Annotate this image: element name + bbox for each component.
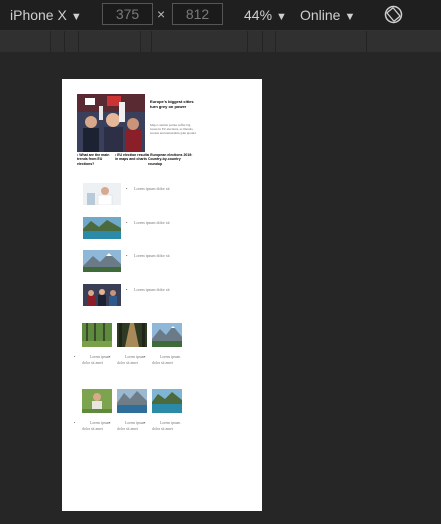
doctor-photo — [83, 183, 121, 205]
emulated-page: Europe's biggest cities turn grey on pow… — [62, 79, 262, 511]
grid-item-text: Lorem ipsum dolor sit amet — [109, 355, 147, 366]
network-throttle-select[interactable]: Online ▼ — [300, 0, 355, 30]
headline-link-1[interactable]: • What are the main trends from EU elect… — [77, 153, 111, 166]
forest-photo[interactable] — [82, 323, 112, 347]
grid-item-text: Lorem ipsum dolor sit amet — [109, 421, 147, 432]
network-select-label: Online — [300, 7, 341, 23]
device-select[interactable]: iPhone X ▼ — [10, 0, 82, 30]
chevron-down-icon: ▼ — [70, 11, 82, 23]
lake-photo[interactable] — [152, 389, 182, 413]
zoom-select-label: 44% — [244, 7, 273, 23]
grid-item-text: Lorem ipsum dolor sit amet — [144, 421, 182, 432]
width-input[interactable]: 375 — [102, 3, 153, 25]
device-toolbar: iPhone X ▼ 375 × 812 44% ▼ Online ▼ — [0, 0, 441, 31]
mountain-photo[interactable] — [152, 323, 182, 347]
zoom-select[interactable]: 44% ▼ — [244, 0, 287, 30]
device-select-label: iPhone X — [10, 7, 67, 23]
hero-image — [77, 94, 145, 152]
chevron-down-icon: ▼ — [344, 11, 356, 23]
list-item-text: Lorem ipsum dolor sit — [126, 186, 178, 192]
list-item[interactable]: Lorem ipsum dolor sit — [83, 183, 243, 207]
list-item[interactable]: Lorem ipsum dolor sit — [83, 217, 243, 241]
lake-photo — [83, 217, 121, 239]
media-query-bar[interactable] — [0, 31, 441, 52]
list-item-text: Lorem ipsum dolor sit — [126, 287, 178, 293]
chevron-down-icon: ▼ — [276, 11, 287, 23]
list-item-text: Lorem ipsum dolor sit — [126, 220, 178, 226]
grid-item-text: Lorem ipsum dolor sit amet — [74, 355, 112, 366]
list-item[interactable]: Lorem ipsum dolor sit — [83, 284, 243, 308]
hero-description: Major centrist parties suffer big losses… — [150, 123, 196, 135]
dimension-separator: × — [157, 6, 166, 22]
forest-path-photo[interactable] — [117, 323, 147, 347]
person-photo[interactable] — [82, 389, 112, 413]
mountain-lake-photo[interactable] — [117, 389, 147, 413]
headline-link-3[interactable]: • European elections 2019: Country-by-co… — [148, 153, 194, 166]
list-item[interactable]: Lorem ipsum dolor sit — [83, 250, 243, 274]
crowd-photo — [83, 284, 121, 306]
height-input[interactable]: 812 — [172, 3, 223, 25]
hero-headline[interactable]: Europe's biggest cities turn grey on pow… — [150, 99, 200, 109]
headline-link-2[interactable]: • EU election results in maps and charts — [115, 153, 149, 162]
mountain-photo — [83, 250, 121, 272]
grid-item-text: Lorem ipsum dolor sit amet — [144, 355, 182, 366]
grid-item-text: Lorem ipsum dolor sit amet — [74, 421, 112, 432]
rotate-icon[interactable] — [383, 4, 404, 25]
list-item-text: Lorem ipsum dolor sit — [126, 253, 178, 259]
